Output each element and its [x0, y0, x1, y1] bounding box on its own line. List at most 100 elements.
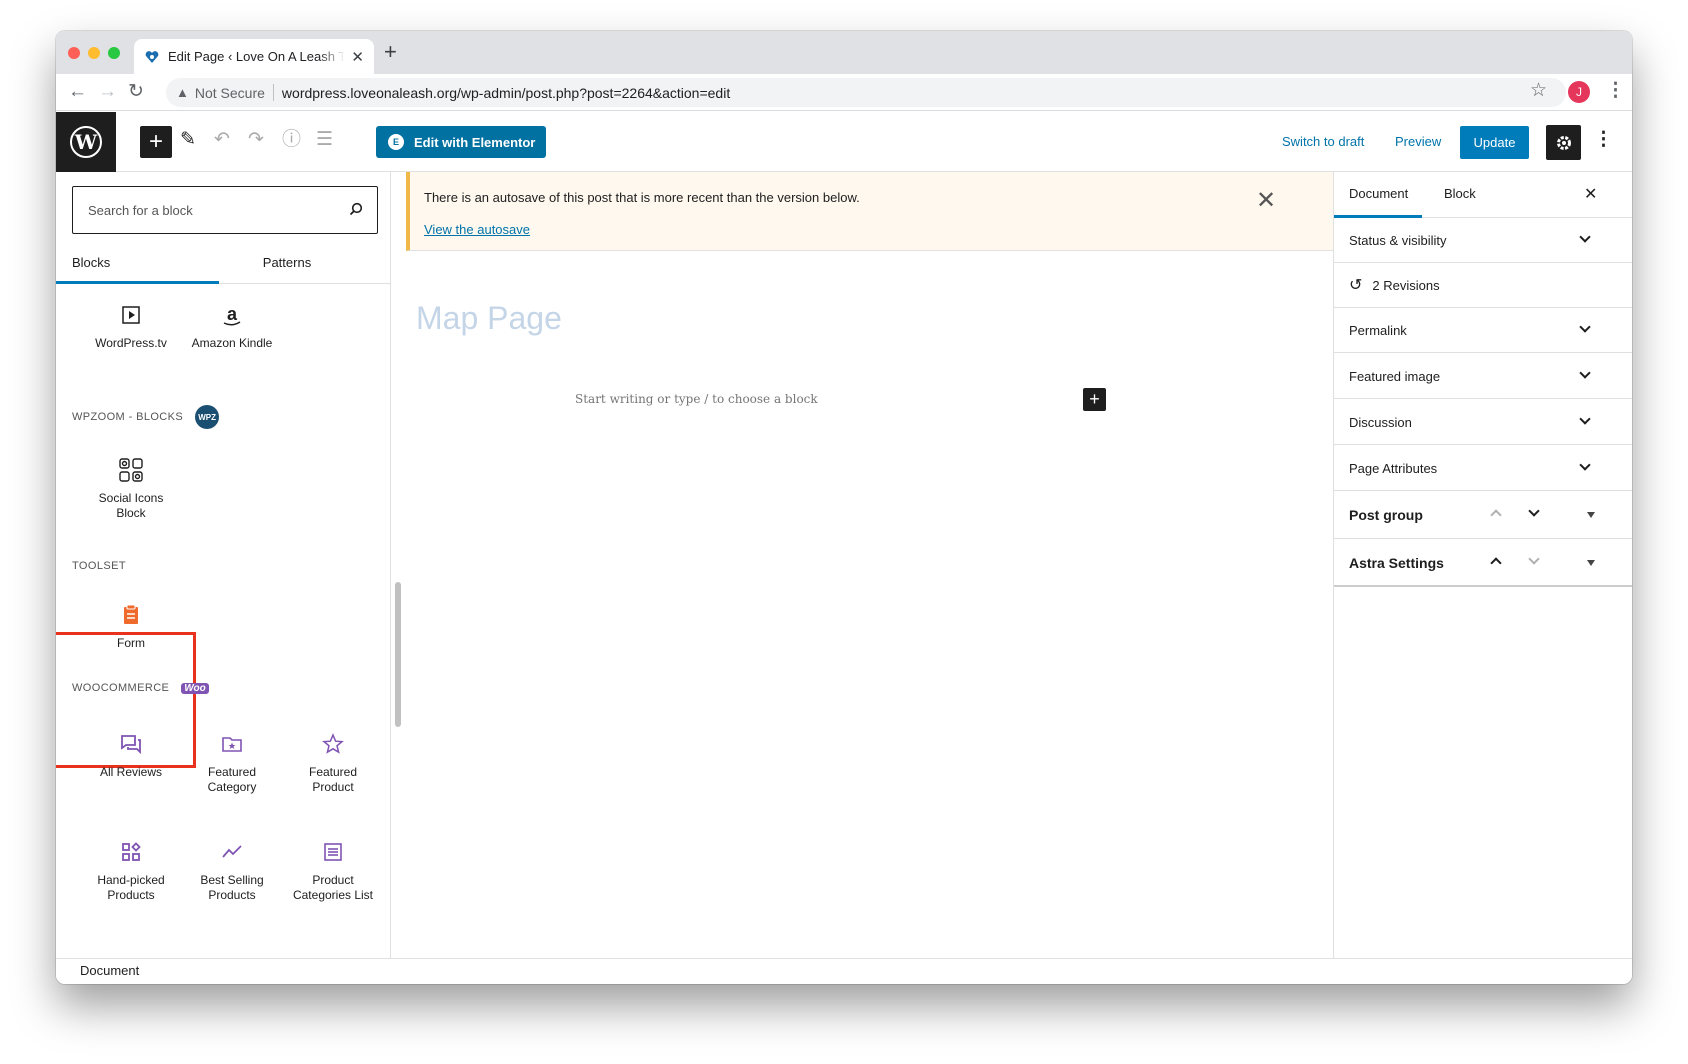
elementor-label: Edit with Elementor: [414, 134, 536, 150]
view-autosave-link[interactable]: View the autosave: [424, 222, 530, 237]
block-search-input[interactable]: Search for a block: [72, 186, 378, 234]
undo-icon[interactable]: ↶: [214, 128, 230, 152]
panel-label: 2 Revisions: [1372, 277, 1440, 293]
elementor-icon: E: [388, 134, 404, 150]
move-up-icon[interactable]: [1490, 509, 1502, 521]
block-placeholder[interactable]: Start writing or type / to choose a bloc…: [575, 392, 818, 406]
category-woocommerce: WOOCOMMERCE Woo: [72, 682, 209, 694]
play-icon: [85, 300, 177, 330]
panel-permalink[interactable]: Permalink: [1334, 308, 1632, 353]
close-sidebar-icon[interactable]: ✕: [1584, 184, 1597, 204]
tab-patterns[interactable]: Patterns: [220, 248, 354, 284]
panel-page-attributes[interactable]: Page Attributes: [1334, 446, 1632, 491]
panel-label: Discussion: [1349, 414, 1412, 430]
block-featured-category[interactable]: Featured Category: [186, 729, 278, 795]
chevron-down-icon: [1579, 367, 1591, 379]
wordpress-editor: W + ✎ ↶ ↷ ⓘ ☰ E Edit with Elementor Swit…: [56, 112, 1632, 984]
more-options-icon[interactable]: ⋮: [1594, 128, 1613, 151]
form-icon: [85, 600, 177, 630]
profile-avatar[interactable]: J: [1568, 81, 1590, 103]
redo-icon[interactable]: ↷: [248, 128, 264, 152]
panel-label: Status & visibility: [1349, 232, 1447, 248]
toggle-triangle-icon[interactable]: [1587, 560, 1595, 566]
block-best-selling-products[interactable]: Best Selling Products: [186, 837, 278, 903]
category-wpzoom: WPZOOM - BLOCKS WPZ: [72, 405, 220, 429]
reviews-icon: [85, 729, 177, 759]
close-window-button[interactable]: [68, 47, 80, 59]
move-up-icon[interactable]: [1490, 557, 1502, 569]
add-block-button[interactable]: +: [140, 126, 172, 158]
edit-with-elementor-button[interactable]: E Edit with Elementor: [376, 126, 546, 158]
sidebar-tabs: Document Block ✕: [1334, 172, 1632, 218]
svg-text:W: W: [74, 130, 98, 154]
outline-icon[interactable]: ☰: [316, 128, 333, 152]
block-label: WordPress.tv: [95, 336, 167, 350]
panel-status-visibility[interactable]: Status & visibility: [1334, 218, 1632, 263]
block-breadcrumb[interactable]: Document: [56, 958, 1632, 984]
switch-to-draft-button[interactable]: Switch to draft: [1282, 134, 1364, 149]
tab-document[interactable]: Document: [1349, 172, 1408, 218]
panel-astra-settings[interactable]: Astra Settings: [1334, 540, 1632, 587]
active-tab-indicator: [56, 281, 219, 284]
bookmark-star-icon[interactable]: ☆: [1530, 79, 1547, 102]
panel-featured-image[interactable]: Featured image: [1334, 354, 1632, 399]
security-label: Not Secure: [194, 84, 265, 101]
block-label: All Reviews: [99, 765, 162, 779]
browser-tab[interactable]: Edit Page ‹ Love On A Leash Therapy Dogs…: [134, 39, 374, 74]
dismiss-notice-icon[interactable]: ✕: [1256, 186, 1276, 215]
chevron-down-icon: [1579, 459, 1591, 471]
settings-gear-icon[interactable]: [1546, 125, 1581, 160]
block-product-categories-list[interactable]: Product Categories List: [287, 837, 379, 903]
panel-post-group[interactable]: Post group: [1334, 492, 1632, 539]
new-tab-button[interactable]: +: [384, 39, 397, 65]
block-social-icons[interactable]: Social Icons Block: [85, 455, 177, 521]
info-icon[interactable]: ⓘ: [282, 128, 301, 152]
inserter-scrollbar[interactable]: [395, 582, 401, 727]
panel-label: Featured image: [1349, 368, 1441, 384]
browser-window: Edit Page ‹ Love On A Leash Therapy Dogs…: [56, 31, 1632, 984]
preview-button[interactable]: Preview: [1395, 134, 1441, 149]
forward-icon[interactable]: →: [98, 80, 117, 104]
woo-badge: Woo: [181, 682, 209, 694]
block-label: Form: [117, 636, 145, 650]
category-label: TOOLSET: [72, 560, 126, 572]
address-bar: ← → ↻ ▲ Not Secure wordpress.loveonaleas…: [56, 74, 1632, 111]
editor-toolbar: W + ✎ ↶ ↷ ⓘ ☰ E Edit with Elementor Swit…: [56, 112, 1632, 172]
back-icon[interactable]: ←: [68, 80, 87, 104]
block-hand-picked-products[interactable]: Hand-picked Products: [85, 837, 177, 903]
block-form[interactable]: Form: [85, 600, 177, 651]
url-field[interactable]: ▲ Not Secure wordpress.loveonaleash.org/…: [166, 78, 1566, 107]
tab-blocks[interactable]: Blocks: [72, 248, 110, 284]
category-label: WOOCOMMERCE: [72, 682, 170, 694]
settings-sidebar: Document Block ✕ Status & visibility ↺ 2…: [1333, 172, 1632, 958]
move-down-icon[interactable]: [1528, 553, 1540, 565]
history-icon: ↺: [1349, 277, 1363, 294]
folder-star-icon: [186, 729, 278, 759]
toggle-triangle-icon[interactable]: [1587, 512, 1595, 518]
tab-block[interactable]: Block: [1444, 172, 1476, 218]
page-title[interactable]: Map Page: [416, 300, 562, 337]
warning-icon: ▲: [176, 85, 189, 100]
reload-icon[interactable]: ↻: [128, 80, 144, 104]
zoom-window-button[interactable]: [108, 47, 120, 59]
block-amazon-kindle[interactable]: a Amazon Kindle: [186, 300, 278, 351]
autosave-notice: There is an autosave of this post that i…: [406, 172, 1333, 251]
update-button[interactable]: Update: [1460, 126, 1529, 159]
star-icon: [287, 729, 379, 759]
block-wordpress-tv[interactable]: WordPress.tv: [85, 300, 177, 351]
notice-text: There is an autosave of this post that i…: [424, 190, 860, 205]
chevron-down-icon: [1579, 321, 1591, 333]
move-down-icon[interactable]: [1528, 505, 1540, 517]
wpzoom-badge: WPZ: [195, 405, 220, 429]
wordpress-logo-icon[interactable]: W: [56, 112, 116, 172]
panel-discussion[interactable]: Discussion: [1334, 400, 1632, 445]
search-placeholder: Search for a block: [88, 202, 193, 218]
block-featured-product[interactable]: Featured Product: [287, 729, 379, 795]
close-tab-icon[interactable]: ✕: [351, 48, 364, 66]
browser-menu-icon[interactable]: ⋮: [1606, 79, 1625, 102]
minimize-window-button[interactable]: [88, 47, 100, 59]
panel-revisions[interactable]: ↺ 2 Revisions: [1334, 263, 1632, 308]
inline-add-block-button[interactable]: +: [1083, 388, 1106, 411]
block-all-reviews[interactable]: All Reviews: [85, 729, 177, 780]
edit-tool-icon[interactable]: ✎: [180, 128, 196, 152]
